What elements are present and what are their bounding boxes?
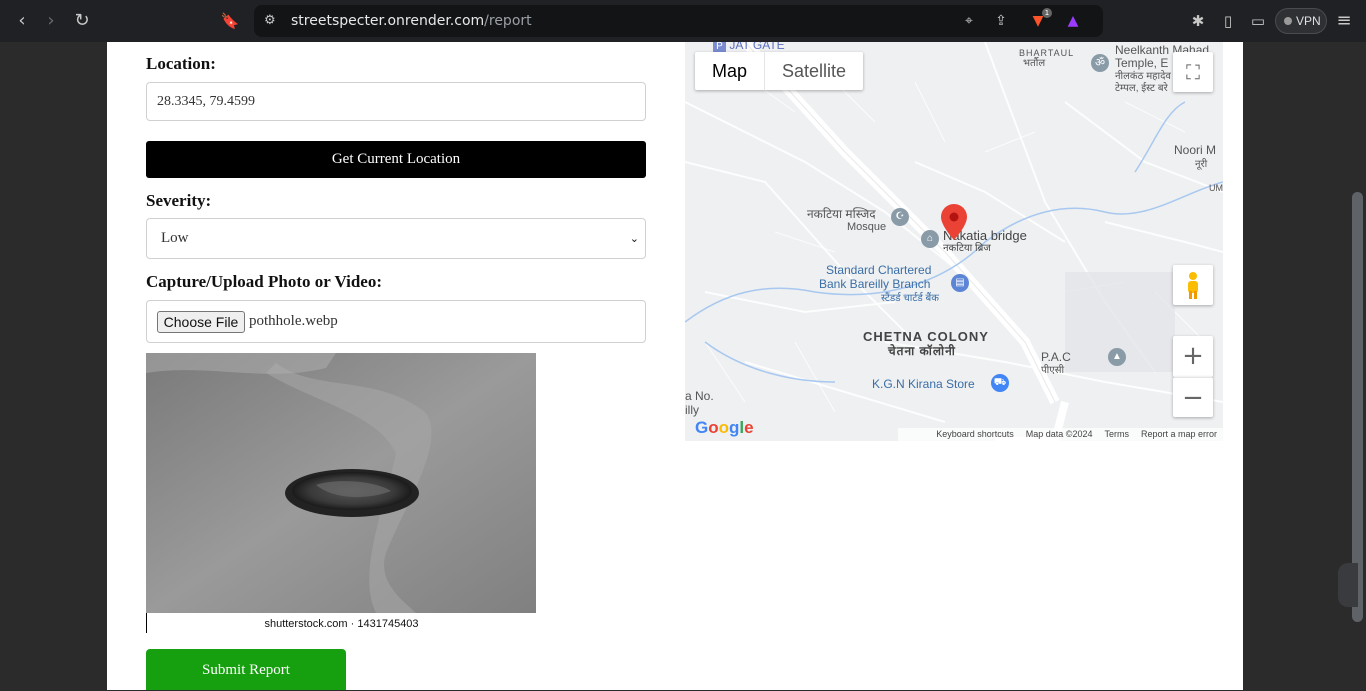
school-icon[interactable]: ▲ <box>1108 348 1126 366</box>
map-tab-satellite[interactable]: Satellite <box>764 52 863 90</box>
pothole-photo-preview <box>146 353 536 613</box>
vpn-button[interactable]: VPN <box>1275 8 1327 34</box>
zoom-out-icon[interactable]: − <box>1173 377 1213 417</box>
bank-icon[interactable]: ▤ <box>951 274 969 292</box>
location-input[interactable]: 28.3345, 79.4599 <box>146 82 646 121</box>
map-label-bank: Standard Chartered <box>826 263 932 277</box>
browser-toolbar: ‹ › ↻ 🔖 ⚙ streetspecter.onrender.com/rep… <box>0 0 1366 42</box>
reload-icon[interactable]: ↻ <box>71 10 93 32</box>
menu-icon[interactable]: ≡ <box>1333 10 1355 32</box>
bookmark-icon[interactable]: 🔖 <box>219 10 241 32</box>
map-pin-icon[interactable] <box>941 204 967 240</box>
get-current-location-button[interactable]: Get Current Location <box>146 141 646 178</box>
map-label-bhartaul-hi: भर्तौल <box>1023 58 1046 69</box>
brave-rewards-icon[interactable]: ▲ <box>1064 12 1082 30</box>
shields-badge: 1 <box>1042 8 1052 18</box>
map-label-bridge-hi: नकटिया ब्रिज <box>943 243 991 254</box>
temple-icon[interactable]: ॐ <box>1091 54 1109 72</box>
map-label-left-2: illy <box>685 403 699 417</box>
map-label-mosque: Mosque <box>847 221 887 233</box>
scrollbar-thumb[interactable] <box>1352 192 1363 622</box>
chevron-down-icon: ⌄ <box>629 232 639 245</box>
location-label: Location: <box>146 54 216 73</box>
map-label-pac-hi: पीएसी <box>1041 365 1065 376</box>
forward-icon[interactable]: › <box>40 10 62 32</box>
map-tab-map[interactable]: Map <box>695 52 764 90</box>
mosque-icon[interactable]: ☪ <box>891 208 909 226</box>
severity-selected-value: Low <box>161 230 189 246</box>
file-input[interactable]: Choose File pothhole.webp <box>146 300 646 343</box>
keyboard-shortcuts-link[interactable]: Keyboard shortcuts <box>936 428 1014 441</box>
url-text[interactable]: streetspecter.onrender.com/report <box>291 13 532 29</box>
severity-select[interactable]: Low ⌄ <box>146 218 646 259</box>
upload-label: Capture/Upload Photo or Video: <box>146 272 382 291</box>
terms-link[interactable]: Terms <box>1104 428 1129 441</box>
map-label-chetna-colony: CHETNA COLONY <box>863 329 989 344</box>
map-label-bank-hi: स्टैंडर्ड चार्टर्ड बैंक <box>881 293 939 304</box>
map-attribution: Keyboard shortcuts Map data ©2024 Terms … <box>898 428 1223 441</box>
extensions-icon[interactable]: ✱ <box>1187 10 1209 32</box>
map-type-tabs: Map Satellite <box>695 52 864 90</box>
wallet-icon[interactable]: ▭ <box>1247 10 1269 32</box>
map-label-mosque-hi: नकटिया मस्जिद <box>807 207 876 221</box>
map-data-text: Map data ©2024 <box>1025 429 1093 439</box>
side-panel-handle[interactable] <box>1338 563 1358 607</box>
map-label-neelkanth-2: Temple, E <box>1115 56 1169 70</box>
google-logo[interactable]: Google <box>695 418 754 438</box>
map-label-chetna-colony-hi: चेतना कॉलोनी <box>888 344 956 358</box>
share-icon[interactable]: ⇪ <box>992 12 1010 30</box>
map-label-kirana: K.G.N Kirana Store <box>872 377 975 391</box>
google-map[interactable]: P JAT GATE BHARTAUL भर्तौल Neelkanth Mah… <box>685 42 1223 441</box>
report-map-error-link[interactable]: Report a map error <box>1141 428 1217 441</box>
map-label-noori: Noori M <box>1174 143 1217 157</box>
sidebar-icon[interactable]: ▯ <box>1217 10 1239 32</box>
map-label-left: a No. <box>685 389 714 403</box>
map-label-noori-hi: नूरी <box>1195 159 1208 170</box>
choose-file-button[interactable]: Choose File <box>157 311 245 333</box>
severity-label: Severity: <box>146 191 212 210</box>
map-label-pac: P.A.C <box>1041 350 1071 364</box>
photo-caption: shutterstock.com · 1431745403 <box>146 613 536 633</box>
site-settings-icon[interactable]: ⚙ <box>264 13 280 29</box>
map-label-bank-2: Bank Bareilly Branch <box>819 277 931 291</box>
map-label-um: UM <box>1209 183 1223 193</box>
location-icon[interactable]: ⌖ <box>960 12 978 30</box>
selected-file-name: pothhole.webp <box>249 313 338 329</box>
shopping-icon[interactable]: ⛟ <box>991 374 1009 392</box>
fullscreen-icon[interactable]: ⛶ <box>1173 52 1213 92</box>
submit-report-button[interactable]: Submit Report <box>146 649 346 690</box>
map-label-neelkanth-hi-2: टेम्पल, ईस्ट बरे <box>1115 83 1168 94</box>
zoom-in-icon[interactable]: + <box>1173 336 1213 377</box>
back-icon[interactable]: ‹ <box>11 10 33 32</box>
bridge-icon[interactable]: ⌂ <box>921 230 939 248</box>
address-bar[interactable]: ⚙ streetspecter.onrender.com/report ⌖ ⇪ … <box>254 5 1103 37</box>
street-view-pegman-icon[interactable] <box>1173 265 1213 305</box>
